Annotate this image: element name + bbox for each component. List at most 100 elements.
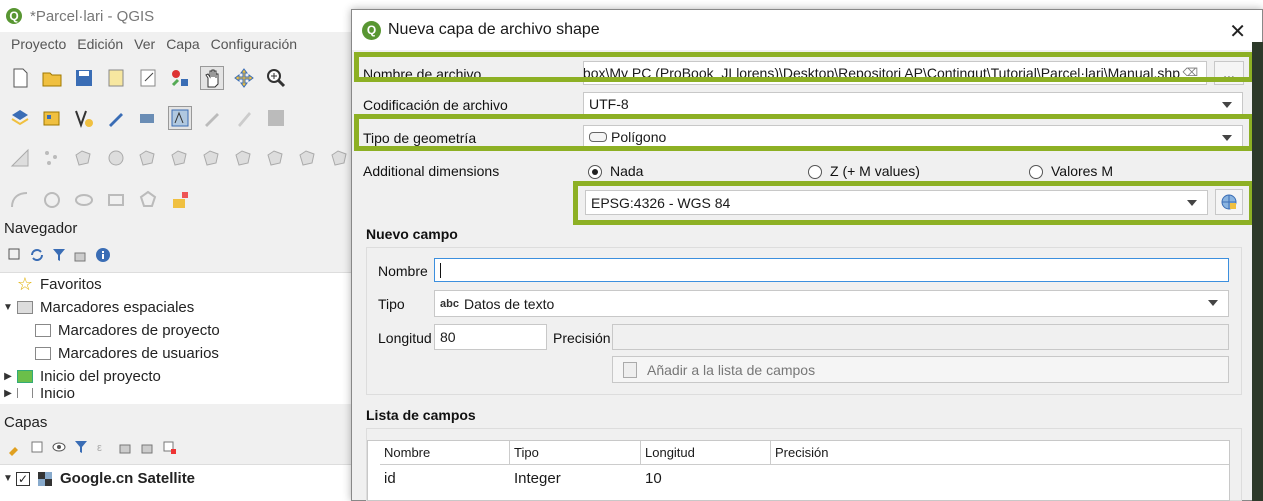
- qgis-logo-icon: Q: [362, 20, 381, 40]
- raster-layer-icon: [36, 471, 54, 487]
- filter-icon[interactable]: [51, 247, 67, 263]
- encoding-select[interactable]: UTF-8: [583, 92, 1243, 116]
- layer-toolbar: [0, 98, 292, 138]
- close-icon[interactable]: ✕: [1229, 19, 1246, 44]
- menu-ver[interactable]: Ver: [134, 36, 155, 52]
- dimension-option-z[interactable]: Z (+ M values): [808, 163, 920, 180]
- save-project-icon[interactable]: [72, 66, 96, 90]
- column-header-nombre[interactable]: Nombre: [380, 441, 510, 465]
- length-value: 80: [440, 329, 456, 345]
- layer-style-icon[interactable]: [7, 439, 23, 456]
- chevron-right-icon[interactable]: ▶: [0, 371, 16, 382]
- star-icon: ☆: [16, 274, 34, 294]
- advanced-toolbar: [0, 180, 196, 220]
- zoom-in-icon[interactable]: [264, 66, 288, 90]
- save-edits-icon: [264, 106, 288, 130]
- add-button-label: Añadir a la lista de campos: [647, 361, 816, 378]
- chevron-down-icon[interactable]: ▼: [0, 302, 16, 313]
- svg-text:ε: ε: [97, 442, 102, 454]
- tree-label: Marcadores espaciales: [40, 299, 195, 316]
- filter-legend-icon[interactable]: [73, 439, 89, 455]
- collapse-all-icon[interactable]: [73, 247, 89, 263]
- tree-item-inicio[interactable]: ▶ Inicio: [0, 388, 352, 398]
- layer-item[interactable]: ▼ ✓ Google.cn Satellite: [0, 467, 352, 490]
- fields-table: Nombre Tipo Longitud Precisión id Intege…: [367, 440, 1230, 501]
- add-selected-icon[interactable]: [7, 247, 23, 263]
- text-type-icon: abc: [440, 297, 459, 310]
- add-vector-layer-icon[interactable]: [8, 106, 32, 130]
- window-title: *Parcel·lari - QGIS: [30, 7, 155, 25]
- shapefile-layer-icon[interactable]: [168, 106, 192, 130]
- offset-curve-icon: [200, 146, 224, 170]
- dimension-option-nada[interactable]: Nada: [588, 163, 643, 180]
- navigator-header: Navegador: [4, 220, 78, 237]
- remove-layer-icon[interactable]: [161, 439, 177, 455]
- rectangle-tool-icon: [104, 188, 128, 212]
- edit-pen-icon[interactable]: [104, 106, 128, 130]
- tree-item-favoritos[interactable]: ☆ Favoritos: [0, 273, 352, 296]
- new-print-layout-icon[interactable]: [104, 66, 128, 90]
- open-project-icon[interactable]: [40, 66, 64, 90]
- add-point-icon: [40, 146, 64, 170]
- refresh-icon[interactable]: [29, 247, 45, 263]
- radio-z[interactable]: [808, 165, 822, 180]
- radio-m[interactable]: [1029, 165, 1043, 180]
- table-cell[interactable]: id: [380, 467, 510, 489]
- layer-visibility-checkbox[interactable]: ✓: [16, 471, 30, 486]
- table-cell[interactable]: [771, 467, 1229, 489]
- field-name-input[interactable]: [434, 258, 1229, 282]
- column-header-longitud[interactable]: Longitud: [641, 441, 771, 465]
- tree-item-marcadores-usuarios[interactable]: Marcadores de usuarios: [0, 342, 352, 365]
- radio-label: Valores M: [1051, 163, 1113, 179]
- dimension-option-m[interactable]: Valores M: [1029, 163, 1113, 180]
- column-header-precision[interactable]: Precisión: [771, 441, 1229, 465]
- measure-icon: [8, 146, 32, 170]
- expand-all-icon[interactable]: [117, 439, 133, 455]
- length-label: Longitud: [378, 330, 432, 346]
- precision-label: Precisión: [553, 330, 611, 346]
- menu-edicion[interactable]: Edición: [77, 36, 123, 52]
- field-type-select[interactable]: abc Datos de texto: [434, 290, 1229, 317]
- menu-configuracion[interactable]: Configuración: [211, 36, 297, 52]
- chevron-down-icon[interactable]: ▼: [0, 473, 16, 484]
- field-name-label: Nombre: [378, 263, 428, 279]
- add-to-fields-button: Añadir a la lista de campos: [612, 356, 1229, 383]
- encoding-label: Codificación de archivo: [363, 97, 508, 113]
- folder-icon: [34, 346, 52, 362]
- crs-highlight: [573, 181, 1254, 225]
- menu-capa[interactable]: Capa: [166, 36, 199, 52]
- length-input[interactable]: 80: [434, 324, 547, 350]
- navigator-tree: ☆ Favoritos ▼ Marcadores espaciales Marcad…: [0, 272, 352, 404]
- info-icon[interactable]: [95, 247, 111, 263]
- eye-icon[interactable]: [51, 439, 67, 455]
- pan-to-selection-icon[interactable]: [232, 66, 256, 90]
- chevron-right-icon[interactable]: ▶: [0, 388, 16, 398]
- tree-item-marcadores-espaciales[interactable]: ▼ Marcadores espaciales: [0, 296, 352, 319]
- circle-tool-icon: [40, 188, 64, 212]
- radio-label: Z (+ M values): [830, 163, 920, 179]
- tree-label: Inicio: [40, 388, 76, 398]
- tree-item-inicio-proyecto[interactable]: ▶ Inicio del proyecto: [0, 365, 352, 388]
- filename-highlight: [354, 52, 1254, 82]
- add-group-icon[interactable]: [29, 439, 45, 455]
- table-cell[interactable]: 10: [641, 467, 771, 489]
- pan-icon[interactable]: [200, 66, 224, 90]
- new-project-icon[interactable]: [8, 66, 32, 90]
- folder-icon: [34, 323, 52, 339]
- column-header-tipo[interactable]: Tipo: [510, 441, 641, 465]
- add-raster-layer-icon[interactable]: [40, 106, 64, 130]
- layout-manager-icon[interactable]: [136, 66, 160, 90]
- add-layer-icon[interactable]: [136, 106, 160, 130]
- plugin-icon[interactable]: [168, 188, 192, 212]
- tree-item-marcadores-proyecto[interactable]: Marcadores de proyecto: [0, 319, 352, 342]
- project-home-icon: [16, 369, 34, 385]
- radio-nada[interactable]: [588, 165, 602, 180]
- menu-proyecto[interactable]: Proyecto: [11, 36, 66, 52]
- collapse-all-layers-icon[interactable]: [139, 439, 155, 455]
- fill-ring-icon: [136, 146, 160, 170]
- digitize-vertex-icon[interactable]: [72, 106, 96, 130]
- rotate-feature-icon: [328, 146, 352, 170]
- table-cell[interactable]: Integer: [510, 467, 641, 489]
- delete-ring-icon: [232, 146, 256, 170]
- style-manager-icon[interactable]: [168, 66, 192, 90]
